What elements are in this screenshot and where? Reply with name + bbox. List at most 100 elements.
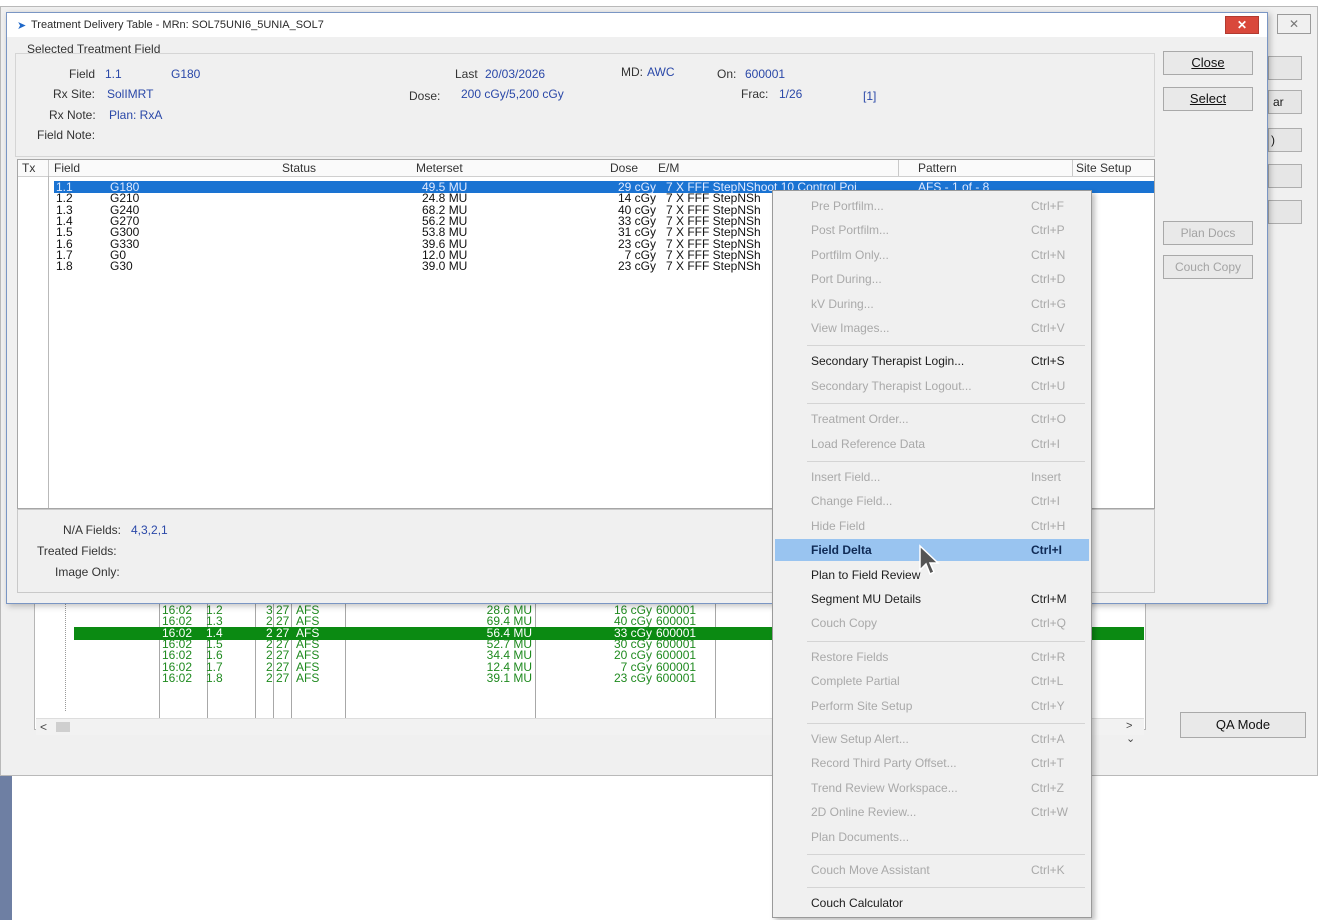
menu-item-2d-online-review[interactable]: 2D Online Review... Ctrl+W <box>775 801 1089 823</box>
image-only-label: Image Only: <box>55 565 120 579</box>
background-button-2[interactable]: ar <box>1268 90 1302 114</box>
frac-value: 1/26 <box>779 87 803 101</box>
menu-item-view-images[interactable]: View Images... Ctrl+V <box>775 317 1089 339</box>
dialog-title-bar: ➤ Treatment Delivery Table - MRn: SOL75U… <box>7 13 1267 37</box>
menu-item-shortcut: Ctrl+V <box>1031 321 1065 335</box>
dose-label: Dose: <box>409 89 441 103</box>
qa-mode-button[interactable]: QA Mode <box>1180 712 1306 738</box>
menu-item-shortcut: Ctrl+S <box>1031 354 1065 369</box>
mouse-cursor-icon <box>919 544 940 576</box>
couch-copy-button[interactable]: Couch Copy <box>1163 255 1253 279</box>
menu-item-post-portfilm[interactable]: Post Portfilm... Ctrl+P <box>775 219 1089 241</box>
menu-item-couch-move-assistant[interactable]: Couch Move Assistant Ctrl+K <box>775 859 1089 881</box>
menu-item-shortcut: Ctrl+Y <box>1031 698 1065 713</box>
menu-item-shortcut: Insert <box>1031 470 1062 484</box>
menu-item-pre-portfilm[interactable]: Pre Portfilm... Ctrl+F <box>775 195 1089 217</box>
menu-item-restore-fields[interactable]: Restore Fields Ctrl+R <box>775 646 1089 668</box>
menu-item-label: Trend Review Workspace... <box>811 780 958 795</box>
background-button-5[interactable] <box>1268 200 1302 224</box>
scroll-right-arrow-icon[interactable]: > ⌄ <box>1126 720 1144 745</box>
menu-item-change-field[interactable]: Change Field... Ctrl+I <box>775 490 1089 512</box>
history-cell-c: AFS <box>296 670 320 685</box>
menu-item-shortcut: Ctrl+L <box>1031 674 1064 689</box>
history-cell-field: 1.8 <box>206 670 223 685</box>
menu-item-view-setup-alert[interactable]: View Setup Alert... Ctrl+A <box>775 728 1089 750</box>
background-button-4[interactable] <box>1268 164 1302 188</box>
md-value: AWC <box>647 65 675 79</box>
menu-item-record-third-party-offset[interactable]: Record Third Party Offset... Ctrl+T <box>775 752 1089 774</box>
menu-item-kv-during[interactable]: kV During... Ctrl+G <box>775 293 1089 315</box>
scroll-left-arrow-icon[interactable]: < <box>40 720 47 734</box>
column-header-site-setup[interactable]: Site Setup <box>1076 160 1131 176</box>
menu-item-plan-documents[interactable]: Plan Documents... <box>775 826 1089 848</box>
menu-item-complete-partial[interactable]: Complete Partial Ctrl+L <box>775 670 1089 692</box>
menu-item-shortcut: Ctrl+P <box>1031 223 1065 238</box>
menu-item-label: Plan to Field Review <box>811 567 921 582</box>
menu-item-load-reference-data[interactable]: Load Reference Data Ctrl+I <box>775 433 1089 455</box>
history-cell-dose: 23 cGy <box>613 670 652 685</box>
menu-item-label: Post Portfilm... <box>811 223 890 238</box>
background-close-button[interactable]: ✕ <box>1277 14 1311 34</box>
select-button[interactable]: Select <box>1163 87 1253 111</box>
menu-separator <box>807 723 1085 724</box>
background-side-bar <box>0 776 12 920</box>
column-header-status[interactable]: Status <box>282 160 316 176</box>
background-button-3-label: ) <box>1271 133 1275 147</box>
column-header-field[interactable]: Field <box>54 160 80 176</box>
menu-item-secondary-therapist-logout[interactable]: Secondary Therapist Logout... Ctrl+U <box>775 375 1089 397</box>
menu-item-shortcut: Ctrl+U <box>1031 378 1066 393</box>
dialog-title: Treatment Delivery Table - MRn: SOL75UNI… <box>31 19 324 31</box>
menu-item-label: Record Third Party Offset... <box>811 756 957 771</box>
menu-separator <box>807 854 1085 855</box>
menu-item-label: Restore Fields <box>811 649 889 664</box>
menu-item-label: Load Reference Data <box>811 436 926 451</box>
background-button-1[interactable] <box>1268 56 1302 80</box>
treated-fields-label: Treated Fields: <box>37 544 117 558</box>
menu-item-shortcut: Ctrl+R <box>1031 649 1066 664</box>
menu-item-shortcut: Ctrl+W <box>1031 805 1068 820</box>
rx-note-value: Plan: RxA <box>109 108 163 122</box>
column-header-em[interactable]: E/M <box>658 160 679 176</box>
history-cell-b: 27 <box>276 670 290 685</box>
on-label: On: <box>717 67 737 81</box>
column-header-meterset[interactable]: Meterset <box>416 160 463 176</box>
menu-item-label: Port During... <box>811 272 882 287</box>
menu-separator <box>807 461 1085 462</box>
column-header-tx[interactable]: Tx <box>22 160 35 176</box>
on-value: 600001 <box>745 67 786 81</box>
menu-item-port-during[interactable]: Port During... Ctrl+D <box>775 268 1089 290</box>
menu-item-label: Couch Calculator <box>811 896 904 911</box>
menu-item-couch-copy[interactable]: Couch Copy Ctrl+Q <box>775 612 1089 634</box>
menu-item-shortcut: Ctrl+Z <box>1031 780 1064 795</box>
menu-item-label: Treatment Order... <box>811 412 909 427</box>
menu-item-hide-field[interactable]: Hide Field Ctrl+H <box>775 515 1089 537</box>
menu-item-insert-field[interactable]: Insert Field... Insert <box>775 466 1089 488</box>
menu-item-perform-site-setup[interactable]: Perform Site Setup Ctrl+Y <box>775 695 1089 717</box>
selected-field-heading: Selected Treatment Field <box>27 42 161 56</box>
column-header-dose[interactable]: Dose <box>610 160 638 176</box>
rx-site-label: Rx Site: <box>53 87 96 101</box>
menu-item-shortcut: Ctrl+Q <box>1031 616 1067 631</box>
menu-item-trend-review-workspace[interactable]: Trend Review Workspace... Ctrl+Z <box>775 777 1089 799</box>
column-header-pattern[interactable]: Pattern <box>918 160 957 176</box>
menu-item-couch-calculator[interactable]: Couch Calculator <box>775 892 1089 914</box>
app-icon: ➤ <box>17 20 27 32</box>
menu-item-label: Change Field... <box>811 494 893 509</box>
close-button[interactable]: Close <box>1163 51 1253 75</box>
menu-item-segment-mu-details[interactable]: Segment MU Details Ctrl+M <box>775 588 1089 610</box>
menu-item-treatment-order[interactable]: Treatment Order... Ctrl+O <box>775 408 1089 430</box>
menu-item-label: Pre Portfilm... <box>811 199 884 213</box>
close-icon[interactable]: ✕ <box>1225 16 1259 34</box>
field-note-label: Field Note: <box>37 128 96 142</box>
menu-item-label: Insert Field... <box>811 470 881 484</box>
history-cell-mu: 39.1 MU <box>486 670 532 685</box>
background-button-3[interactable]: ) <box>1268 128 1302 152</box>
plan-docs-button[interactable]: Plan Docs <box>1163 221 1253 245</box>
scroll-thumb[interactable] <box>56 722 70 732</box>
last-label: Last <box>455 67 478 81</box>
menu-item-secondary-therapist-login[interactable]: Secondary Therapist Login... Ctrl+S <box>775 350 1089 372</box>
menu-item-portfilm-only[interactable]: Portfilm Only... Ctrl+N <box>775 244 1089 266</box>
menu-item-shortcut: Ctrl+K <box>1031 863 1065 877</box>
na-fields-value: 4,3,2,1 <box>131 523 168 537</box>
history-cell-a: 2 <box>266 670 273 685</box>
